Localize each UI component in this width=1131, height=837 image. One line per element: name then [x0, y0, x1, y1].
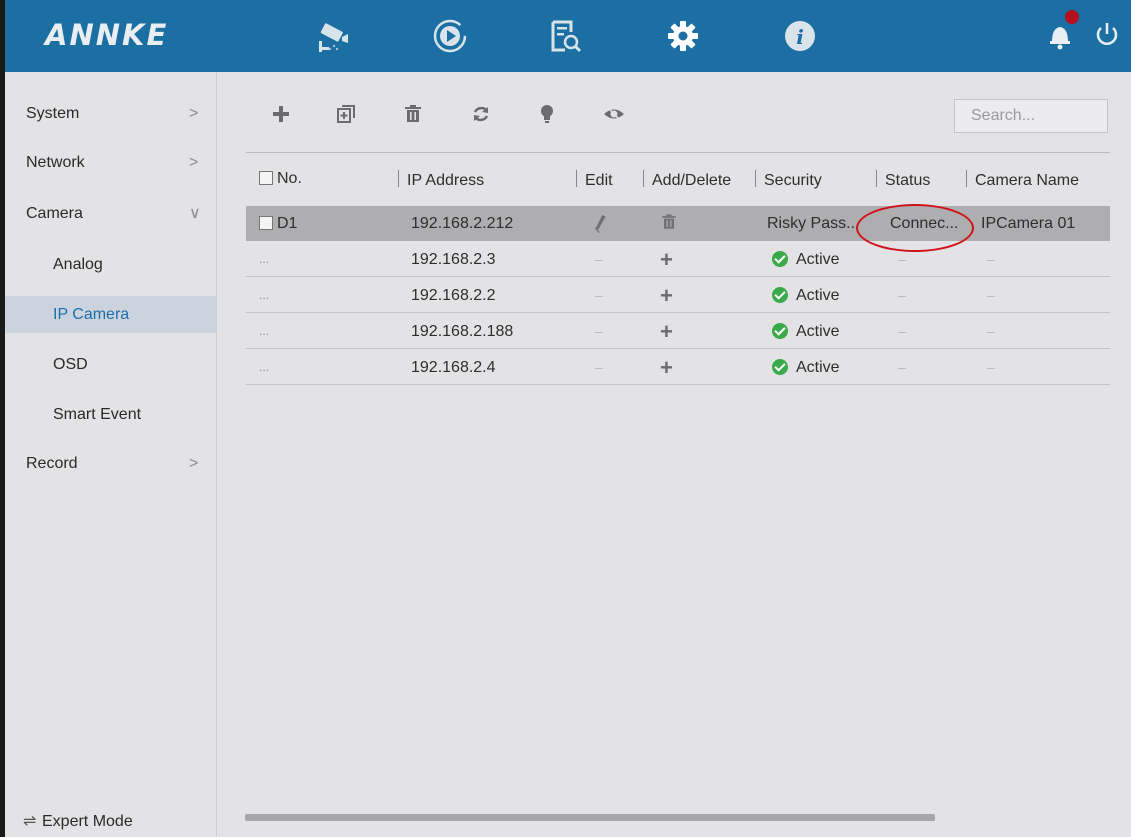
annke-logo: ANNKE: [45, 18, 169, 52]
check-circle-icon: [772, 359, 788, 375]
security-cell: Active: [772, 350, 840, 385]
column-header-camera-name: Camera Name: [966, 170, 1079, 190]
ip-address-cell: 192.168.2.188: [411, 323, 514, 340]
check-circle-icon: [772, 251, 788, 267]
chevron-right-icon: >: [189, 154, 199, 171]
add-row-icon[interactable]: +: [660, 350, 673, 385]
security-cell: Risky Pass...: [767, 215, 860, 232]
column-header-security: Security: [755, 170, 822, 190]
table-row[interactable]: D1 192.168.2.212 Risky Pass... Connec...…: [246, 206, 1110, 241]
add-icon[interactable]: [269, 102, 293, 126]
camera-name-cell: IPCamera 01: [981, 215, 1076, 232]
sidebar-item-camera[interactable]: Camera ∨: [5, 196, 216, 232]
top-navigation-bar: ANNKE i: [5, 0, 1131, 72]
search-file-icon[interactable]: [545, 16, 585, 56]
chevron-right-icon: >: [189, 105, 199, 122]
delete-row-icon[interactable]: [659, 206, 679, 241]
sidebar-item-system[interactable]: System >: [5, 96, 216, 132]
sidebar-item-network[interactable]: Network >: [5, 145, 216, 181]
ip-address-cell: 192.168.2.212: [411, 215, 514, 232]
chevron-right-icon: >: [189, 455, 199, 472]
status-highlight-annotation: [856, 204, 974, 252]
sidebar-item-ip-camera[interactable]: IP Camera: [5, 296, 216, 333]
swap-arrows-icon: ⇌: [23, 813, 37, 830]
check-circle-icon: [772, 287, 788, 303]
column-header-add-delete: Add/Delete: [643, 170, 731, 190]
ip-address-cell: 192.168.2.3: [411, 251, 496, 268]
camera-icon[interactable]: [310, 16, 350, 56]
add-row-icon[interactable]: +: [660, 242, 673, 277]
row-checkbox[interactable]: [259, 216, 273, 230]
row-select: D1: [259, 206, 297, 241]
sidebar-item-record[interactable]: Record >: [5, 446, 216, 482]
edit-placeholder: –: [595, 251, 603, 267]
table-top-border: [246, 152, 1110, 153]
add-row-icon[interactable]: +: [660, 278, 673, 313]
table-row[interactable]: ... 192.168.2.2 – + Active – –: [246, 278, 1110, 313]
sidebar-item-analog[interactable]: Analog: [5, 247, 216, 283]
sidebar: System > Network > Camera ∨ Analog IP Ca…: [5, 72, 217, 837]
check-circle-icon: [772, 323, 788, 339]
add-batch-icon[interactable]: [334, 102, 358, 126]
chevron-down-icon: ∨: [189, 205, 201, 222]
delete-icon[interactable]: [401, 102, 425, 126]
add-row-icon[interactable]: +: [660, 314, 673, 349]
table-row[interactable]: ... 192.168.2.188 – + Active – –: [246, 314, 1110, 349]
security-cell: Active: [772, 242, 840, 277]
column-header-no: No.: [259, 170, 302, 188]
horizontal-scrollbar[interactable]: [245, 814, 935, 821]
playback-icon[interactable]: [430, 16, 470, 56]
svg-text:i: i: [796, 25, 804, 49]
select-all-checkbox[interactable]: [259, 171, 273, 185]
column-header-status: Status: [876, 170, 930, 190]
lightbulb-icon[interactable]: [535, 102, 559, 126]
eye-icon[interactable]: [602, 102, 626, 126]
security-cell: Active: [772, 278, 840, 313]
search-input[interactable]: [954, 99, 1108, 133]
ip-address-cell: 192.168.2.4: [411, 359, 496, 376]
table-row[interactable]: ... 192.168.2.4 – + Active – –: [246, 350, 1110, 385]
main-panel: System > Network > Camera ∨ Analog IP Ca…: [5, 72, 1131, 837]
expert-mode-toggle[interactable]: ⇌ Expert Mode: [5, 807, 216, 837]
security-cell: Active: [772, 314, 840, 349]
table-row[interactable]: ... 192.168.2.3 – + Active – –: [246, 242, 1110, 277]
info-icon[interactable]: i: [780, 16, 820, 56]
refresh-icon[interactable]: [469, 102, 493, 126]
edit-pencil-icon[interactable]: [592, 206, 608, 241]
sidebar-item-smart-event[interactable]: Smart Event: [5, 397, 216, 433]
column-header-ip-address: IP Address: [398, 170, 484, 190]
alert-badge: [1065, 10, 1079, 24]
settings-gear-icon[interactable]: [663, 16, 703, 56]
sidebar-item-osd[interactable]: OSD: [5, 347, 216, 383]
ip-address-cell: 192.168.2.2: [411, 287, 496, 304]
column-header-edit: Edit: [576, 170, 613, 190]
power-icon[interactable]: [1091, 18, 1123, 50]
